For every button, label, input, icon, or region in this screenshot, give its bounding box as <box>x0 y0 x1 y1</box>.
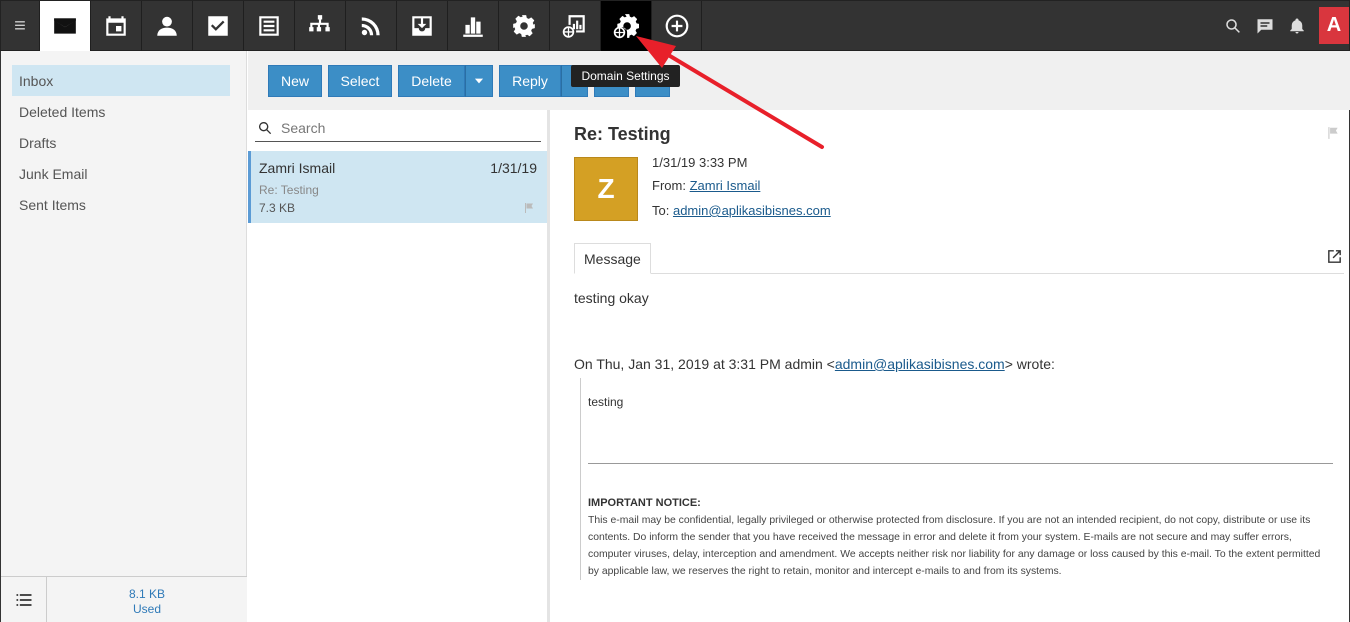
search-icon <box>259 121 272 134</box>
notifications-button[interactable] <box>1281 1 1313 51</box>
message-body: testing okay <box>574 290 649 306</box>
mail-app-button[interactable] <box>39 1 90 51</box>
reading-flag[interactable] <box>1326 126 1340 145</box>
sitemap-app-button[interactable] <box>294 1 345 51</box>
message-list-pane: Zamri Ismail 1/31/19 Re: Testing 7.3 KB <box>248 110 550 622</box>
tasks-icon <box>208 16 228 36</box>
rss-icon <box>361 17 380 36</box>
contacts-app-button[interactable] <box>141 1 192 51</box>
list-icon <box>16 594 31 606</box>
notes-app-button[interactable] <box>243 1 294 51</box>
quote-prefix: On Thu, Jan 31, 2019 at 3:31 PM admin < <box>574 356 835 372</box>
domain-settings-icon <box>613 14 639 39</box>
storage-label: Used <box>132 602 161 616</box>
message-list-item[interactable]: Zamri Ismail 1/31/19 Re: Testing 7.3 KB <box>248 151 547 223</box>
mail-icon <box>54 18 76 34</box>
quote-suffix: > wrote: <box>1004 356 1055 372</box>
quote-email-link[interactable]: admin@aplikasibisnes.com <box>835 356 1005 372</box>
contacts-icon <box>157 16 177 36</box>
quoted-text: testing <box>588 395 624 409</box>
message-subject: Re: Testing <box>259 183 319 197</box>
flag-icon <box>525 203 533 213</box>
hamburger-menu-icon[interactable]: ≡ <box>1 1 39 51</box>
caret-down-icon <box>474 78 484 84</box>
calendar-app-button[interactable] <box>90 1 141 51</box>
mail-toolbar: New Select Delete Reply <box>248 51 1350 110</box>
tasks-app-button[interactable] <box>192 1 243 51</box>
search-input[interactable] <box>281 119 521 136</box>
new-button[interactable]: New <box>268 65 322 97</box>
reports-app-button[interactable] <box>447 1 498 51</box>
notice-body: This e-mail may be confidential, legally… <box>588 515 1321 577</box>
search-bar <box>255 114 541 142</box>
popout-button[interactable] <box>1326 248 1343 270</box>
bar-chart-icon <box>463 17 483 37</box>
rss-app-button[interactable] <box>345 1 396 51</box>
sitemap-icon <box>309 15 330 32</box>
gear-icon <box>513 15 535 37</box>
to-link[interactable]: admin@aplikasibisnes.com <box>673 203 831 218</box>
message-date: 1/31/19 <box>490 160 537 176</box>
domain-settings-tooltip: Domain Settings <box>571 65 680 87</box>
folder-sent-items[interactable]: Sent Items <box>12 189 230 220</box>
reading-pane: Re: Testing Z 1/31/19 3:33 PM From: Zamr… <box>553 110 1350 622</box>
user-avatar[interactable]: A <box>1319 7 1349 44</box>
sender-avatar: Z <box>574 157 638 221</box>
chat-button[interactable] <box>1249 1 1281 51</box>
from-label: From: <box>652 178 686 193</box>
add-circle-icon <box>665 14 688 38</box>
quote-header: On Thu, Jan 31, 2019 at 3:31 PM admin <a… <box>574 356 1055 372</box>
notice-title: IMPORTANT NOTICE: <box>588 497 701 509</box>
add-app-button[interactable] <box>651 1 702 51</box>
flag-icon <box>1328 127 1338 139</box>
settings-app-button[interactable] <box>498 1 549 51</box>
popout-icon <box>1328 250 1341 263</box>
search-button[interactable] <box>1217 1 1249 51</box>
storage-footer: 8.1 KB Used <box>1 576 247 622</box>
domain-reports-icon <box>562 15 585 38</box>
folder-deleted-items[interactable]: Deleted Items <box>12 96 230 127</box>
domain-settings-app-button[interactable] <box>600 1 651 51</box>
folder-list-toggle[interactable] <box>1 577 47 622</box>
message-size: 7.3 KB <box>259 201 296 215</box>
chat-icon <box>1257 19 1273 34</box>
quote-divider <box>588 463 1333 464</box>
delete-button[interactable]: Delete <box>398 65 465 97</box>
folder-pane: Inbox Deleted Items Drafts Junk Email Se… <box>0 51 247 622</box>
search-icon <box>1226 19 1240 33</box>
from-link[interactable]: Zamri Ismail <box>690 178 761 193</box>
folder-drafts[interactable]: Drafts <box>12 127 230 158</box>
from-line: From: Zamri Ismail <box>652 178 760 193</box>
notes-icon <box>259 16 279 36</box>
storage-size: 8.1 KB <box>128 587 166 601</box>
download-app-button[interactable] <box>396 1 447 51</box>
reply-button[interactable]: Reply <box>499 65 561 97</box>
folder-inbox[interactable]: Inbox <box>12 65 230 96</box>
select-button[interactable]: Select <box>328 65 392 97</box>
message-datetime: 1/31/19 3:33 PM <box>652 155 748 170</box>
message-flag[interactable] <box>523 201 535 219</box>
message-tabs: Message <box>574 243 1344 274</box>
message-sender: Zamri Ismail <box>259 160 336 176</box>
folder-junk-email[interactable]: Junk Email <box>12 158 230 189</box>
inbox-download-icon <box>412 16 432 36</box>
delete-dropdown-button[interactable] <box>465 65 493 97</box>
message-title: Re: Testing <box>574 124 671 144</box>
bell-icon <box>1290 18 1304 34</box>
quoted-message: testing IMPORTANT NOTICE: This e-mail ma… <box>580 378 1340 580</box>
calendar-icon <box>106 16 126 36</box>
to-label: To: <box>652 203 670 218</box>
top-app-bar: ≡ A <box>0 0 1350 51</box>
domain-reports-app-button[interactable] <box>549 1 600 51</box>
tab-message[interactable]: Message <box>574 243 651 274</box>
storage-usage: 8.1 KB Used <box>47 577 247 622</box>
to-line: To: admin@aplikasibisnes.com <box>652 203 831 218</box>
